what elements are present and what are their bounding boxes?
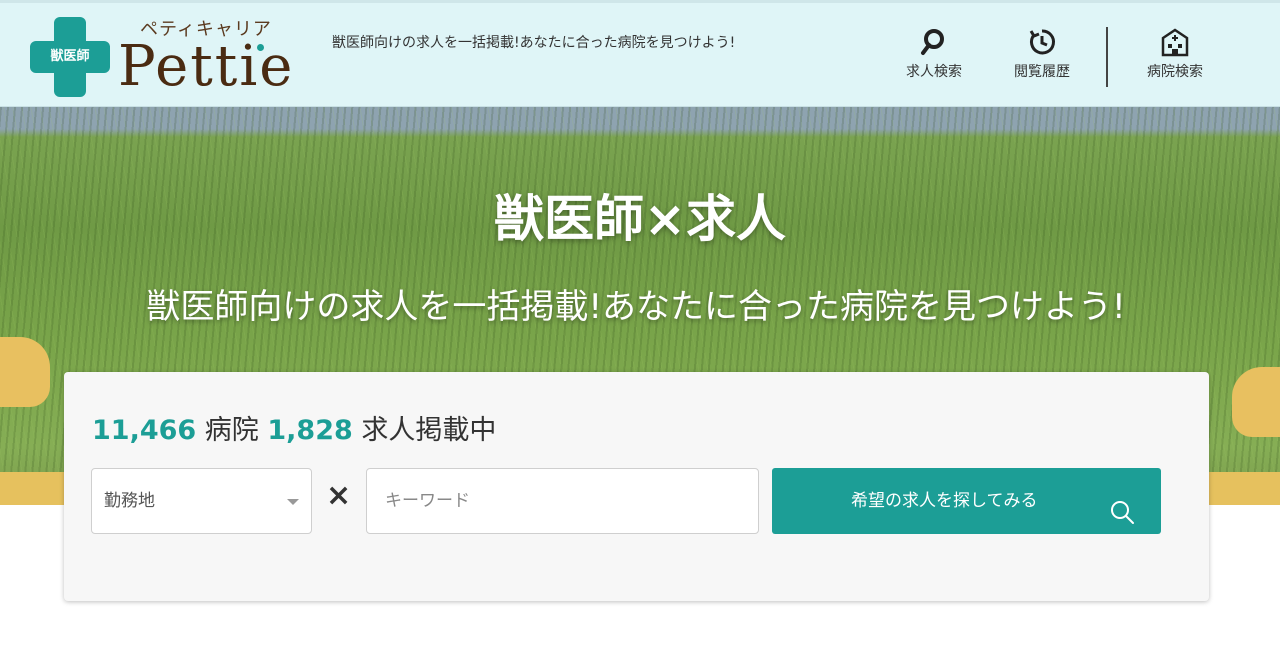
site-header: 獣医師 ペティキャリア Pettie 獣医師向けの求人を一括掲載!あなたに合った… <box>0 0 1280 107</box>
nav-history-label: 閲覧履歴 <box>1014 64 1070 80</box>
search-jobs-button[interactable]: 希望の求人を探してみる <box>772 468 1161 534</box>
nav-job-search-label: 求人検索 <box>906 64 962 80</box>
nav-history[interactable]: 閲覧履歴 <box>1000 25 1084 89</box>
pettie-logo[interactable]: 獣医師 ペティキャリア Pettie <box>30 15 310 100</box>
nav-hospital-search-label: 病院検索 <box>1147 64 1203 80</box>
location-select-value: 勤務地 <box>104 491 155 511</box>
hero-subtitle: 獣医師向けの求人を一括掲載!あなたに合った病院を見つけよう! <box>146 287 1126 327</box>
listing-counts: 11,466 病院 1,828 求人掲載中 <box>92 408 496 447</box>
location-select[interactable]: 勤務地 <box>91 468 312 534</box>
times-separator: × <box>326 478 352 513</box>
logo-badge-text: 獣医師 <box>50 49 90 64</box>
job-count: 1,828 <box>267 415 353 446</box>
nav-job-search[interactable]: 求人検索 <box>892 25 976 89</box>
job-count-label: 求人掲載中 <box>361 415 497 446</box>
history-clock-icon <box>1000 25 1084 59</box>
search-jobs-button-label: 希望の求人を探してみる <box>851 491 1038 511</box>
logo-wordmark: Pettie <box>118 34 295 99</box>
logo-dot <box>257 44 264 51</box>
keyword-input[interactable] <box>366 468 759 534</box>
nav-hospital-search[interactable]: 病院検索 <box>1130 25 1220 89</box>
search-card: 11,466 病院 1,828 求人掲載中 勤務地 × 希望の求人を探してみる <box>64 372 1209 601</box>
medical-cross-icon: 獣医師 <box>30 17 110 97</box>
dog-illustration-right <box>1232 367 1280 437</box>
chevron-down-icon <box>287 499 299 505</box>
hospital-count: 11,466 <box>92 415 197 446</box>
header-tagline: 獣医師向けの求人を一括掲載!あなたに合った病院を見つけよう! <box>332 35 736 51</box>
search-icon <box>892 25 976 59</box>
hospital-icon <box>1130 25 1220 59</box>
dog-illustration-left <box>0 337 50 407</box>
hospital-count-label: 病院 <box>204 415 259 446</box>
search-icon <box>1108 488 1136 524</box>
hero-title: 獣医師×求人 <box>494 190 786 248</box>
nav-divider <box>1106 27 1108 87</box>
